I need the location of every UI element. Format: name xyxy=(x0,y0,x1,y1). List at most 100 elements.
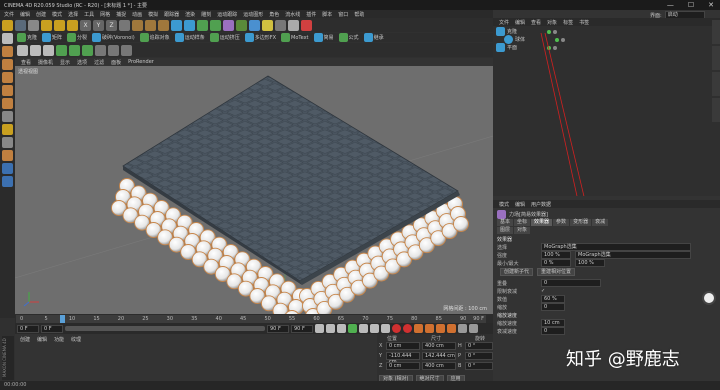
strength-selection-field[interactable]: MoGraph选集 xyxy=(575,251,691,259)
lock-icon[interactable] xyxy=(121,44,132,56)
size-x-field[interactable]: 400 cm xyxy=(422,342,456,350)
menu-item[interactable]: 渲染 xyxy=(185,11,195,18)
size-z-field[interactable]: 400 cm xyxy=(422,362,456,370)
points-icon[interactable] xyxy=(2,72,13,83)
timeline-window-icon[interactable] xyxy=(469,324,478,333)
menu-item[interactable]: 编辑 xyxy=(20,11,30,18)
key-position-icon[interactable] xyxy=(425,324,434,333)
edges-mode-icon[interactable] xyxy=(30,44,41,56)
attributes-menu-item[interactable]: 用户数据 xyxy=(531,201,551,208)
menu-item[interactable]: 流水线 xyxy=(285,11,300,18)
material-menu-item[interactable]: 功能 xyxy=(54,336,64,343)
render-view-icon[interactable] xyxy=(132,19,143,31)
coord-system-icon[interactable] xyxy=(119,19,130,31)
menu-item[interactable]: 角色 xyxy=(269,11,279,18)
texture-icon[interactable] xyxy=(2,46,13,57)
create-child-button[interactable]: 创建新子代 xyxy=(500,268,534,276)
render-picture-icon[interactable] xyxy=(145,19,156,31)
menu-item[interactable]: 插件 xyxy=(306,11,316,18)
layout-icon[interactable] xyxy=(288,19,299,31)
menu-item[interactable]: 模拟 xyxy=(148,11,158,18)
material-menu-item[interactable]: 编辑 xyxy=(37,336,47,343)
deformer-icon[interactable] xyxy=(223,19,234,31)
mograph-tool[interactable]: 破碎(Voronoi) xyxy=(92,33,137,42)
attr-tab[interactable]: 基本 xyxy=(497,219,514,226)
side-tab-structure[interactable] xyxy=(712,72,720,96)
attr-tab[interactable]: 效果器 xyxy=(531,219,553,226)
rot-h-field[interactable]: 0 ° xyxy=(465,342,493,350)
menu-item[interactable]: 工具 xyxy=(84,11,94,18)
texture-mode-icon[interactable] xyxy=(69,44,80,56)
menu-item[interactable]: 文件 xyxy=(4,11,14,18)
menu-item[interactable]: 跟踪器 xyxy=(164,11,179,18)
viewport-menu-item[interactable]: 显示 xyxy=(60,59,70,66)
max-frame-field[interactable]: 90 F xyxy=(267,324,289,333)
material-menu-item[interactable]: 创建 xyxy=(20,336,30,343)
viewport[interactable]: 透视视图 网格间距 : 100 cm xyxy=(15,66,493,314)
object-menu-item[interactable]: 书签 xyxy=(579,19,589,26)
selection-field[interactable]: MoGraph选集 xyxy=(541,243,691,251)
rot-b-field[interactable]: 0 ° xyxy=(465,362,493,370)
side-tab-objects[interactable] xyxy=(712,20,720,44)
character-icon[interactable] xyxy=(702,291,716,305)
menu-item[interactable]: 创建 xyxy=(36,11,46,18)
viewport-menu-item[interactable]: 选项 xyxy=(77,59,87,66)
strength-field[interactable]: 100 % xyxy=(541,251,571,259)
move-icon[interactable] xyxy=(41,19,52,31)
grid-left-icon[interactable] xyxy=(2,176,13,187)
viewport-menu-item[interactable]: 面板 xyxy=(111,59,121,66)
menu-item[interactable]: 网格 xyxy=(100,11,110,18)
side-tab-layers[interactable] xyxy=(712,98,720,122)
menu-item[interactable]: 帮助 xyxy=(354,11,364,18)
timeline-ruler[interactable]: 90 F 0 5 10 15 20 25 30 35 40 45 50 55 60 65 70 75 80 85 9… xyxy=(16,315,486,323)
attr-tab-2[interactable]: 图层 xyxy=(497,227,514,234)
viewport-menu-item[interactable]: 查看 xyxy=(21,59,31,66)
workplane-icon[interactable] xyxy=(108,44,119,56)
menu-item[interactable]: 运动跟踪 xyxy=(217,11,237,18)
polygons-icon[interactable] xyxy=(2,98,13,109)
python-icon[interactable] xyxy=(301,19,312,31)
solo-icon[interactable] xyxy=(2,137,13,148)
go-end-icon[interactable] xyxy=(381,324,390,333)
mograph-tool[interactable]: 矩阵 xyxy=(42,33,64,42)
object-menu-item[interactable]: 查看 xyxy=(531,19,541,26)
enable-axis-icon[interactable] xyxy=(2,111,13,122)
mograph-tool[interactable]: 运动挤压 xyxy=(209,33,242,42)
pla-icon[interactable] xyxy=(458,324,467,333)
prev-key-icon[interactable] xyxy=(326,324,335,333)
side-tab-content[interactable] xyxy=(712,46,720,70)
mograph-tool[interactable]: 公式 xyxy=(338,33,361,42)
model-icon[interactable] xyxy=(2,33,13,44)
next-frame-icon[interactable] xyxy=(359,324,368,333)
rotate-icon[interactable] xyxy=(67,19,78,31)
mograph-tool[interactable]: 简易 xyxy=(313,33,336,42)
render-settings-icon[interactable] xyxy=(158,19,169,31)
points-mode-icon[interactable] xyxy=(17,44,28,56)
viewport-menu-item[interactable]: ProRender xyxy=(128,59,154,65)
tweak-icon[interactable] xyxy=(2,124,13,135)
mograph-tool[interactable]: 多边形FX xyxy=(244,33,278,42)
model-mode-icon[interactable] xyxy=(56,44,67,56)
y-axis-icon[interactable]: Y xyxy=(93,19,104,31)
mograph-tool[interactable]: 克隆 xyxy=(17,33,39,42)
make-editable-icon[interactable] xyxy=(2,20,13,31)
menu-item[interactable]: 雕刻 xyxy=(201,11,211,18)
end-frame-field[interactable]: 90 F xyxy=(291,324,313,333)
playhead[interactable] xyxy=(59,315,65,323)
rot-p-field[interactable]: 0 ° xyxy=(465,352,493,360)
menu-item[interactable]: 动画 xyxy=(132,11,142,18)
object-menu-item[interactable]: 编辑 xyxy=(515,19,525,26)
array-icon[interactable] xyxy=(210,19,221,31)
mograph-tool[interactable]: 继承 xyxy=(363,33,386,42)
frame-range-slider[interactable] xyxy=(65,326,265,331)
mograph-tool[interactable]: MoText xyxy=(281,33,311,42)
workplane-left-icon[interactable] xyxy=(2,163,13,174)
menu-item[interactable]: 捕捉 xyxy=(116,11,126,18)
polygons-mode-icon[interactable] xyxy=(43,44,54,56)
current-frame-field[interactable]: 0 F xyxy=(17,324,39,333)
snap-icon[interactable] xyxy=(95,44,106,56)
viewport-menu-item[interactable]: 过滤 xyxy=(94,59,104,66)
axis-mode-icon[interactable] xyxy=(82,44,93,56)
viewport-menu-item[interactable]: 摄像机 xyxy=(38,59,53,66)
attr-tab[interactable]: 变形器 xyxy=(570,219,592,226)
